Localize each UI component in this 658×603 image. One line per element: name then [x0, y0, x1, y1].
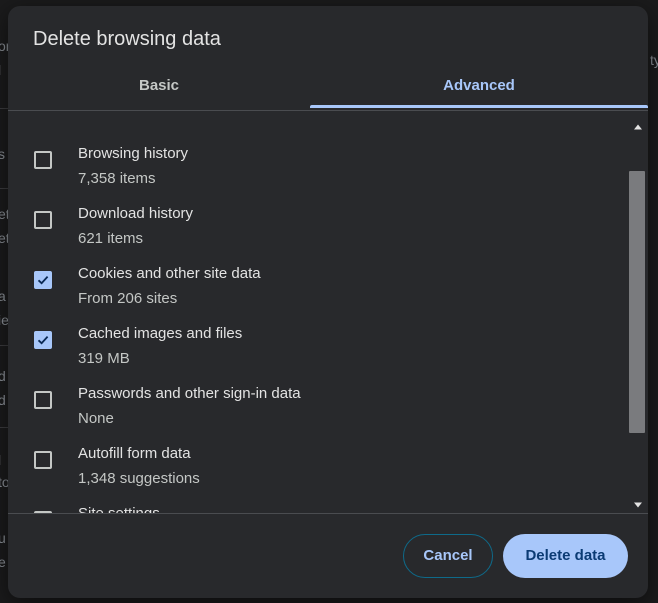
backdrop-fragment: l	[0, 62, 1, 78]
backdrop-fragment: a	[0, 288, 6, 304]
triangle-down-icon[interactable]	[632, 499, 644, 511]
backdrop-divider	[0, 345, 8, 346]
item-label: Download history	[78, 205, 194, 222]
backdrop-divider	[0, 108, 8, 109]
checkmark-icon	[37, 335, 49, 345]
item-detail: 319 MB	[78, 350, 130, 367]
autofill-checkbox[interactable]	[34, 451, 52, 469]
selected-tab-indicator	[310, 105, 648, 108]
tab-basic[interactable]: Basic	[8, 64, 310, 110]
list-item-site-settings[interactable]: Site settings	[8, 486, 628, 513]
backdrop-fragment: d	[0, 368, 6, 384]
passwords-checkbox[interactable]	[34, 391, 52, 409]
backdrop-fragment: d	[0, 392, 6, 408]
item-label: Cached images and files	[78, 325, 243, 342]
list-item-passwords[interactable]: Passwords and other sign-in data None	[8, 366, 628, 427]
item-label: Browsing history	[78, 145, 189, 162]
scrollbar[interactable]	[628, 111, 648, 513]
data-type-list-area: Browsing history 7,358 items Download hi…	[8, 111, 648, 513]
item-label: Autofill form data	[78, 445, 191, 462]
backdrop-fragment: ty	[650, 52, 658, 68]
tab-advanced[interactable]: Advanced	[310, 64, 648, 110]
backdrop-divider	[0, 188, 8, 189]
item-detail: 7,358 items	[78, 170, 156, 187]
triangle-up-icon[interactable]	[632, 121, 644, 133]
dialog-title: Delete browsing data	[33, 28, 221, 50]
backdrop-fragment: s	[0, 146, 5, 162]
list-item-autofill[interactable]: Autofill form data 1,348 suggestions	[8, 426, 628, 487]
delete-browsing-data-dialog: Delete browsing data Basic Advanced Brow…	[8, 6, 648, 598]
delete-data-button[interactable]: Delete data	[503, 534, 628, 578]
backdrop-fragment: e	[0, 554, 6, 570]
item-label: Site settings	[78, 505, 160, 513]
backdrop-divider	[0, 427, 8, 428]
list-item-download-history[interactable]: Download history 621 items	[8, 186, 628, 247]
list-item-cookies[interactable]: Cookies and other site data From 206 sit…	[8, 246, 628, 307]
backdrop-fragment: l	[0, 452, 1, 468]
browsing-history-checkbox[interactable]	[34, 151, 52, 169]
cached-images-checkbox[interactable]	[34, 331, 52, 349]
footer-divider	[8, 513, 648, 514]
item-detail: 1,348 suggestions	[78, 470, 200, 487]
item-label: Passwords and other sign-in data	[78, 385, 301, 402]
item-detail: None	[78, 410, 114, 427]
cancel-button[interactable]: Cancel	[403, 534, 493, 578]
item-detail: 621 items	[78, 230, 144, 247]
list-item-browsing-history[interactable]: Browsing history 7,358 items	[8, 126, 628, 187]
scrollbar-thumb[interactable]	[629, 171, 645, 433]
backdrop-fragment: u	[0, 530, 6, 546]
download-history-checkbox[interactable]	[34, 211, 52, 229]
list-item-cached-images[interactable]: Cached images and files 319 MB	[8, 306, 628, 367]
item-detail: From 206 sites	[78, 290, 178, 307]
item-label: Cookies and other site data	[78, 265, 261, 282]
checkmark-icon	[37, 275, 49, 285]
tab-bar: Basic Advanced	[8, 64, 648, 110]
cookies-checkbox[interactable]	[34, 271, 52, 289]
